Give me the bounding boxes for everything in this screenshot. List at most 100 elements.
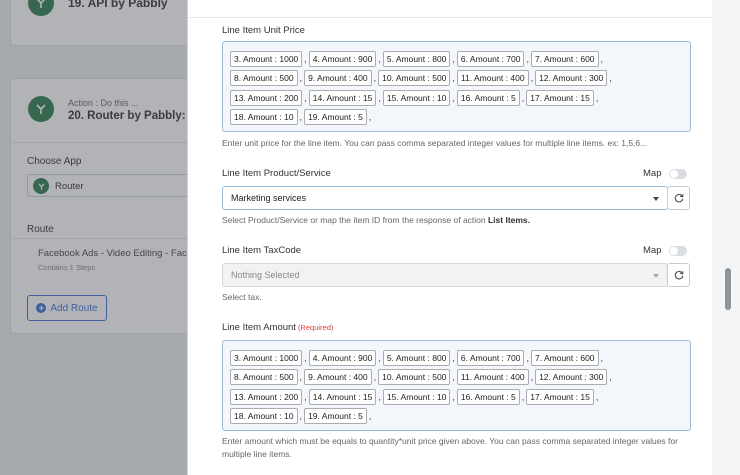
tag-row: 13. Amount : 200, 14. Amount : 15, 15. Amo… [230, 88, 684, 108]
separator: , [373, 73, 377, 84]
mapped-value-tag[interactable]: 14. Amount : 15 [308, 89, 377, 106]
mapped-value-tag[interactable]: 11. Amount : 400 [456, 369, 529, 386]
mapped-value-tag[interactable]: 6. Amount : 700 [456, 50, 525, 67]
separator: , [452, 73, 455, 84]
mapped-value-tag[interactable]: 5. Amount : 800 [382, 349, 451, 366]
mapped-value-tag[interactable]: 13. Amount : 200 [230, 89, 303, 106]
amount-label: Line Item Amount (Required) [222, 322, 333, 333]
separator: , [595, 391, 599, 402]
separator: , [609, 372, 612, 383]
mapped-value-tag[interactable]: 19. Amount : 5 [304, 109, 367, 126]
tag-row: 8. Amount : 500, 9. Amount : 400, 10. Amou… [230, 368, 684, 388]
mapped-value-tag[interactable]: 16. Amount : 5 [456, 89, 520, 106]
amount-label-text: Line Item Amount [222, 322, 296, 333]
product-service-help: Select Product/Service or map the item I… [222, 214, 692, 227]
refresh-icon [674, 270, 684, 280]
mapped-value-tag[interactable]: 15. Amount : 10 [382, 388, 451, 405]
mapped-value-tag[interactable]: 15. Amount : 10 [382, 89, 451, 106]
product-service-map-toggle[interactable] [669, 169, 687, 179]
required-badge: (Required) [297, 323, 334, 332]
separator: , [368, 112, 372, 123]
mapped-value-tag[interactable]: 3. Amount : 1000 [230, 349, 303, 366]
mapped-value-tag[interactable]: 3. Amount : 1000 [230, 50, 303, 67]
amount-input[interactable]: 3. Amount : 1000, 4. Amount : 900, 5. Amou… [222, 340, 691, 431]
separator: , [452, 372, 455, 383]
scrollbar-thumb[interactable] [725, 268, 731, 310]
separator: , [452, 92, 455, 103]
separator: , [530, 372, 534, 383]
mapped-value-tag[interactable]: 8. Amount : 500 [230, 70, 298, 87]
separator: , [452, 391, 455, 402]
mapped-value-tag[interactable]: 17. Amount : 15 [526, 89, 594, 106]
tax-code-map-label: Map [643, 245, 662, 256]
separator: , [452, 352, 455, 363]
separator: , [304, 92, 307, 103]
mapped-value-tag[interactable]: 12. Amount : 300 [535, 369, 608, 386]
mapped-value-tag[interactable]: 16. Amount : 5 [456, 388, 520, 405]
mapped-value-tag[interactable]: 4. Amount : 900 [308, 50, 377, 67]
separator: , [299, 73, 303, 84]
separator: , [378, 352, 381, 363]
separator: , [373, 372, 377, 383]
mapped-value-tag[interactable]: 18. Amount : 10 [230, 109, 298, 126]
mapped-value-tag[interactable]: 18. Amount : 10 [230, 408, 298, 425]
unit-price-help: Enter unit price for the line item. You … [222, 138, 648, 148]
scrollbar-track[interactable] [712, 0, 740, 475]
divider [188, 17, 712, 18]
mapped-value-tag[interactable]: 10. Amount : 500 [378, 70, 451, 87]
separator: , [452, 53, 455, 64]
tax-code-select[interactable]: Nothing Selected [222, 263, 668, 287]
mapped-value-tag[interactable]: 5. Amount : 800 [382, 50, 451, 67]
chevron-down-icon [653, 197, 659, 201]
mapped-value-tag[interactable]: 4. Amount : 900 [308, 349, 377, 366]
mapped-value-tag[interactable]: 8. Amount : 500 [230, 369, 298, 386]
product-service-label: Line Item Product/Service [222, 168, 331, 179]
mapped-value-tag[interactable]: 19. Amount : 5 [304, 408, 367, 425]
separator: , [595, 92, 599, 103]
mapped-value-tag[interactable]: 6. Amount : 700 [456, 349, 525, 366]
mapped-value-tag[interactable]: 7. Amount : 600 [530, 50, 599, 67]
tag-row: 18. Amount : 10, 19. Amount : 5, [230, 407, 684, 427]
separator: , [526, 53, 529, 64]
mapped-value-tag[interactable]: 11. Amount : 400 [456, 70, 529, 87]
separator: , [368, 411, 372, 422]
tax-code-label: Line Item TaxCode [222, 245, 302, 256]
separator: , [600, 53, 604, 64]
tax-code-refresh-button[interactable] [667, 263, 690, 287]
separator: , [521, 92, 525, 103]
mapped-value-tag[interactable]: 14. Amount : 15 [308, 388, 377, 405]
separator: , [304, 391, 307, 402]
unit-price-input[interactable]: 3. Amount : 1000, 4. Amount : 900, 5. Amou… [222, 41, 691, 132]
tag-row: 3. Amount : 1000, 4. Amount : 900, 5. Amou… [230, 49, 684, 69]
separator: , [299, 112, 303, 123]
separator: , [600, 352, 604, 363]
list-items-link: List Items. [487, 215, 531, 225]
refresh-icon [674, 193, 684, 203]
tag-row: 18. Amount : 10, 19. Amount : 5, [230, 108, 684, 128]
tax-code-selected: Nothing Selected [231, 270, 300, 280]
separator: , [530, 73, 534, 84]
amount-help: Enter amount which must be equals to qua… [222, 436, 678, 459]
separator: , [378, 92, 381, 103]
tag-row: 3. Amount : 1000, 4. Amount : 900, 5. Amou… [230, 348, 684, 368]
separator: , [526, 352, 529, 363]
separator: , [304, 352, 307, 363]
tag-row: 8. Amount : 500, 9. Amount : 400, 10. Amou… [230, 69, 684, 89]
tax-code-map-toggle[interactable] [669, 246, 687, 256]
tag-row: 13. Amount : 200, 14. Amount : 15, 15. Amo… [230, 387, 684, 407]
mapped-value-tag[interactable]: 12. Amount : 300 [535, 70, 608, 87]
mapped-value-tag[interactable]: 10. Amount : 500 [378, 369, 451, 386]
product-service-refresh-button[interactable] [667, 186, 690, 210]
separator: , [378, 53, 381, 64]
mapped-value-tag[interactable]: 9. Amount : 400 [304, 70, 372, 87]
mapped-value-tag[interactable]: 13. Amount : 200 [230, 388, 303, 405]
mapped-value-tag[interactable]: 17. Amount : 15 [526, 388, 594, 405]
separator: , [299, 372, 303, 383]
tax-code-help: Select tax. [222, 292, 262, 302]
separator: , [378, 391, 381, 402]
product-service-select[interactable]: Marketing services [222, 186, 668, 210]
separator: , [609, 73, 612, 84]
mapped-value-tag[interactable]: 7. Amount : 600 [530, 349, 599, 366]
mapped-value-tag[interactable]: 9. Amount : 400 [304, 369, 372, 386]
chevron-down-icon [653, 274, 659, 278]
